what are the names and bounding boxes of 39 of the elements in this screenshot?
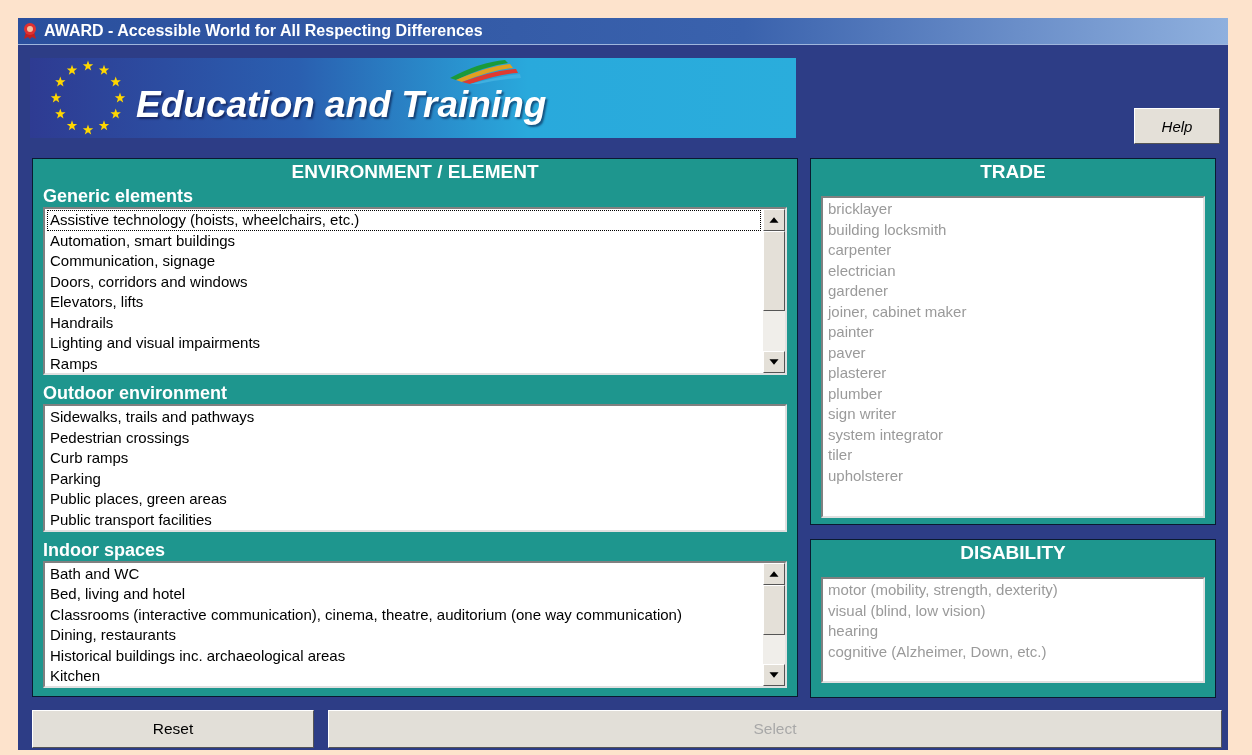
list-box[interactable]: Assistive technology (hoists, wheelchairs, etc.) Automation, smart buildings Communication, signage Doors, corridors and windows Elevators, lifts Handrails Lighting and visual impairments Ramps: [43, 207, 787, 375]
list-item[interactable]: Bed, living and hotel: [47, 584, 761, 605]
list-item[interactable]: Classrooms (interactive communication), cinema, theatre, auditorium (one way communication): [47, 604, 761, 625]
list-item[interactable]: Lighting and visual impairments: [47, 333, 761, 354]
scroll-thumb[interactable]: [763, 231, 785, 311]
list-item[interactable]: Automation, smart buildings: [47, 230, 761, 251]
panel-title: DISABILITY: [959, 542, 1067, 564]
list-item[interactable]: Sidewalks, trails and pathways: [47, 407, 783, 428]
list-item[interactable]: Dining, restaurants: [47, 625, 761, 646]
rosette-icon: [22, 22, 38, 40]
panel-title: ENVIRONMENT / ELEMENT: [290, 161, 540, 183]
group-title: Outdoor environment: [43, 383, 228, 404]
banner-title: Education and Training: [136, 84, 547, 126]
list-item[interactable]: Doors, corridors and windows: [47, 271, 761, 292]
list-item[interactable]: Handrails: [47, 312, 761, 333]
list-item[interactable]: Bath and WC: [47, 563, 761, 584]
scroll-thumb[interactable]: [763, 584, 785, 635]
group-title: Generic elements: [43, 186, 195, 207]
group-title: Indoor spaces: [43, 539, 167, 561]
list-item[interactable]: Public transport facilities: [47, 509, 783, 530]
scrollbar[interactable]: [763, 209, 785, 373]
list-box[interactable]: Bath and WC Bed, living and hotel Classrooms (interactive communication), cinema, theatre, auditorium (one way communication) Dining, restaurants Historical buildings inc. archaeological areas Kitchen: [43, 560, 787, 688]
list-item[interactable]: Curb ramps: [47, 448, 783, 469]
panel-title: TRADE: [979, 161, 1047, 183]
reset-button[interactable]: Reset: [32, 710, 314, 748]
list-item[interactable]: Communication, signage: [47, 251, 761, 272]
help-button[interactable]: Help: [1134, 108, 1220, 144]
list-item[interactable]: Kitchen: [47, 666, 761, 687]
list-item[interactable]: Elevators, lifts: [47, 292, 761, 313]
list-item[interactable]: Parking: [47, 468, 783, 489]
list-item[interactable]: Public places, green areas: [47, 489, 783, 510]
list-item[interactable]: Historical buildings inc. archaeological areas: [47, 645, 761, 666]
window-title: AWARD - Accessible World for All Respecting Differences: [44, 22, 483, 40]
scrollbar[interactable]: [763, 562, 785, 686]
list-item[interactable]: Assistive technology (hoists, wheelchairs, etc.): [47, 210, 761, 231]
list-item[interactable]: Pedestrian crossings: [47, 427, 783, 448]
list-item[interactable]: Ramps: [47, 353, 761, 374]
list-box[interactable]: Sidewalks, trails and pathways Pedestrian crossings Curb ramps Parking Public places, green areas Public transport facilities: [43, 404, 787, 532]
stripes-drawing: [450, 60, 522, 84]
